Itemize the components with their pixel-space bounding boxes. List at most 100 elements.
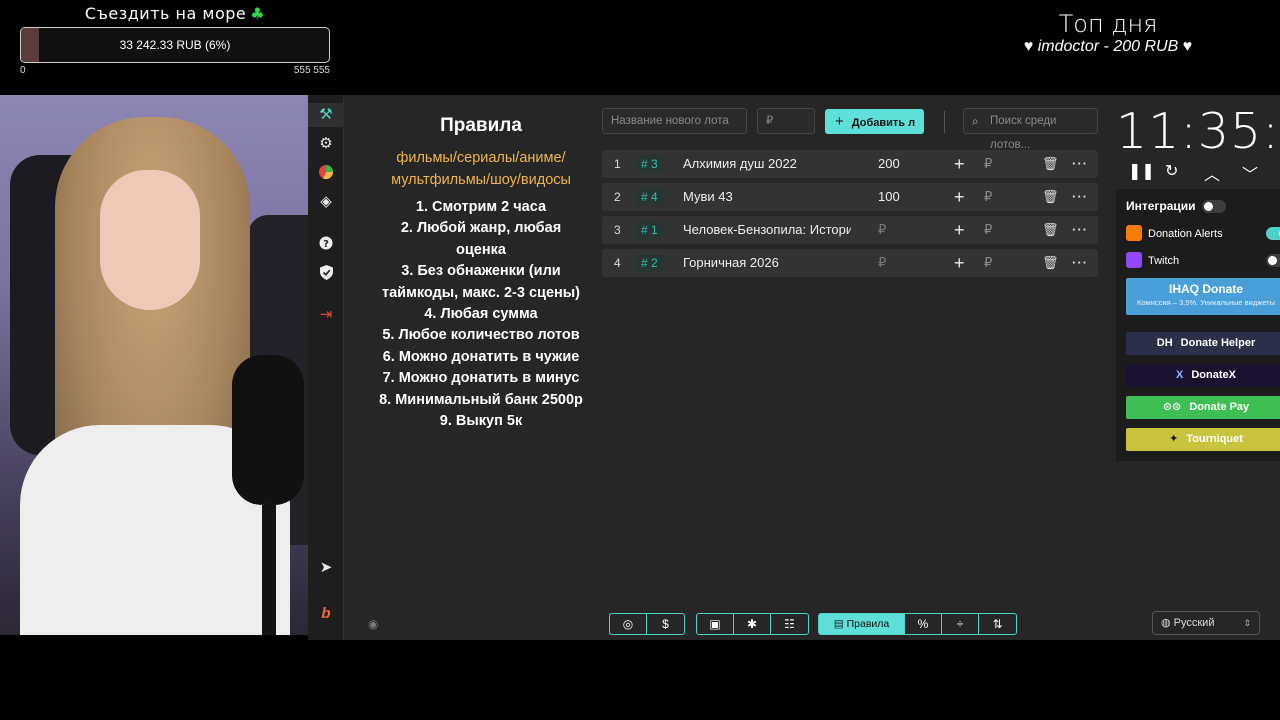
microphone: [232, 355, 304, 505]
eye-icon[interactable]: ◉: [368, 617, 378, 631]
sort-icon[interactable]: ⇅: [979, 614, 1016, 634]
lot-number: 1: [614, 157, 621, 171]
rule-item: 2. Любой жанр, любая: [400, 220, 562, 237]
lot-add-amount[interactable]: ₽: [984, 249, 992, 277]
rules-list: 1. Смотрим 2 часа 2. Любой жанр, любая о…: [356, 197, 606, 432]
rule-item: 5. Любое количество лотов: [382, 327, 580, 344]
bug-icon[interactable]: ✱: [734, 614, 771, 634]
save-icon[interactable]: ▣: [697, 614, 734, 634]
webcam-feed: [0, 95, 308, 635]
chevron-up-icon[interactable]: ︿: [1204, 161, 1220, 185]
rules-tab-button[interactable]: ▤ Правила: [819, 614, 905, 634]
lot-name[interactable]: Алхимия душ 2022: [683, 150, 851, 178]
toolbar-group-view: ▤ Правила % ÷ ⇅: [818, 613, 1017, 635]
plus-icon[interactable]: +: [954, 216, 965, 244]
language-select[interactable]: ◍ Русский ⇕: [1152, 611, 1260, 635]
tourniquet-icon: ✦: [1169, 433, 1179, 445]
trash-icon[interactable]: 🗑: [1042, 249, 1059, 277]
lot-name[interactable]: Муви 43: [683, 183, 851, 211]
trash-icon[interactable]: 🗑: [1042, 183, 1059, 211]
donate-helper-button[interactable]: DH Donate Helper: [1126, 332, 1280, 355]
goal-title: Съездить на море ♣: [20, 4, 330, 23]
rule-item: 1. Смотрим 2 часа: [415, 199, 547, 215]
percent-icon[interactable]: %: [905, 614, 942, 634]
lot-name-input[interactable]: Название нового лота: [602, 108, 747, 134]
search-placeholder: Поиск среди лотов...: [990, 115, 1057, 151]
plus-icon[interactable]: +: [954, 249, 965, 277]
trash-icon[interactable]: 🗑: [1042, 150, 1059, 178]
microphone-arm: [262, 500, 276, 635]
rule-item: 6. Можно донатить в чужие: [382, 348, 580, 365]
logout-icon[interactable]: ⇥: [308, 303, 344, 327]
donate-pay-button[interactable]: ⊙⊙ Donate Pay: [1126, 396, 1280, 419]
gavel-icon[interactable]: ⚒: [308, 103, 344, 127]
rules-tab-label: Правила: [846, 618, 890, 630]
donatex-icon: X: [1176, 369, 1184, 381]
lot-name[interactable]: Человек-Бензопила: История: [683, 216, 851, 244]
lot-tag[interactable]: # 2: [636, 254, 663, 272]
lot-add-amount[interactable]: ₽: [984, 150, 992, 178]
boosty-icon[interactable]: b: [308, 602, 344, 626]
lot-search-input[interactable]: ⌕ Поиск среди лотов...: [963, 108, 1098, 151]
pay-label: Tourniquet: [1186, 433, 1243, 445]
rule-item: 4. Любая сумма: [424, 306, 538, 323]
plus-icon[interactable]: +: [954, 150, 965, 178]
ihaq-label: IHAQ Donate: [1168, 282, 1243, 296]
book-icon: ▤: [833, 618, 847, 630]
add-lot-button[interactable]: + Добавить л: [825, 109, 924, 134]
twitch-toggle[interactable]: [1266, 254, 1280, 267]
clear-icon[interactable]: ☷: [771, 614, 808, 634]
toggle-knob: [1268, 256, 1277, 265]
svg-text:?: ?: [323, 239, 329, 250]
ihaq-donate-button[interactable]: IHAQ Donate Комиссия – 3,5%. Уникальные …: [1126, 278, 1280, 315]
layers-icon[interactable]: ◈: [308, 190, 344, 214]
lot-number: 3: [614, 223, 621, 237]
pie-chart-icon[interactable]: [308, 161, 344, 185]
more-icon[interactable]: ···: [1072, 216, 1088, 244]
more-icon[interactable]: ···: [1072, 249, 1088, 277]
auction-timer: 11:35:14: [1116, 103, 1280, 160]
plus-icon[interactable]: +: [954, 183, 965, 211]
pause-icon[interactable]: ❚❚: [1128, 161, 1155, 181]
select-caret-icon: ⇕: [1243, 618, 1251, 628]
lot-tag[interactable]: # 3: [636, 155, 663, 173]
gear-icon[interactable]: ⚙: [308, 132, 344, 156]
integrations-toggle[interactable]: [1202, 200, 1226, 213]
help-icon[interactable]: ?: [308, 232, 344, 256]
more-icon[interactable]: ···: [1072, 183, 1088, 211]
tourniquet-button[interactable]: ✦ Tourniquet: [1126, 428, 1280, 451]
more-icon[interactable]: ···: [1072, 150, 1088, 178]
pie-chart-svg: [319, 165, 334, 180]
reset-icon[interactable]: ↻: [1165, 161, 1178, 181]
telegram-icon[interactable]: ➤: [308, 556, 344, 580]
shield-icon[interactable]: [308, 261, 344, 285]
shield-svg: [319, 265, 333, 280]
goal-title-text: Съездить на море: [84, 4, 247, 23]
lot-number: 2: [614, 190, 621, 204]
chevron-down-icon[interactable]: ﹀: [1242, 161, 1258, 185]
pay-label: Donate Pay: [1189, 401, 1250, 413]
lot-name[interactable]: Горничная 2026: [683, 249, 851, 277]
language-value: Русский: [1173, 617, 1215, 629]
integration-twitch: Twitch: [1126, 252, 1179, 268]
lot-row[interactable]: 3 # 1 Человек-Бензопила: История ₽ + ₽ 🗑…: [602, 216, 1098, 244]
lot-add-amount[interactable]: ₽: [984, 216, 992, 244]
lot-add-amount[interactable]: ₽: [984, 183, 992, 211]
github-icon[interactable]: ◎: [610, 614, 647, 634]
lot-amount-input[interactable]: ₽: [757, 108, 815, 134]
split-icon[interactable]: ÷: [942, 614, 979, 634]
rule-item: 3. Без обнаженки (или: [401, 263, 561, 280]
lot-tag[interactable]: # 4: [636, 188, 663, 206]
trash-icon[interactable]: 🗑: [1042, 216, 1059, 244]
twitch-icon: [1126, 252, 1142, 268]
integration-label: Donation Alerts: [1148, 228, 1223, 240]
lot-row[interactable]: 4 # 2 Горничная 2026 ₽ + ₽ 🗑 ···: [602, 249, 1098, 277]
dollar-icon[interactable]: $: [647, 614, 684, 634]
lot-row[interactable]: 2 # 4 Муви 43 100 + ₽ 🗑 ···: [602, 183, 1098, 211]
lot-row[interactable]: 1 # 3 Алхимия душ 2022 200 + ₽ 🗑 ···: [602, 150, 1098, 178]
rules-title: Правила: [440, 115, 522, 136]
donatex-button[interactable]: X DonateX: [1126, 364, 1280, 387]
divider: [944, 111, 945, 133]
lot-tag[interactable]: # 1: [636, 221, 663, 239]
donation-alerts-toggle[interactable]: [1266, 227, 1280, 240]
